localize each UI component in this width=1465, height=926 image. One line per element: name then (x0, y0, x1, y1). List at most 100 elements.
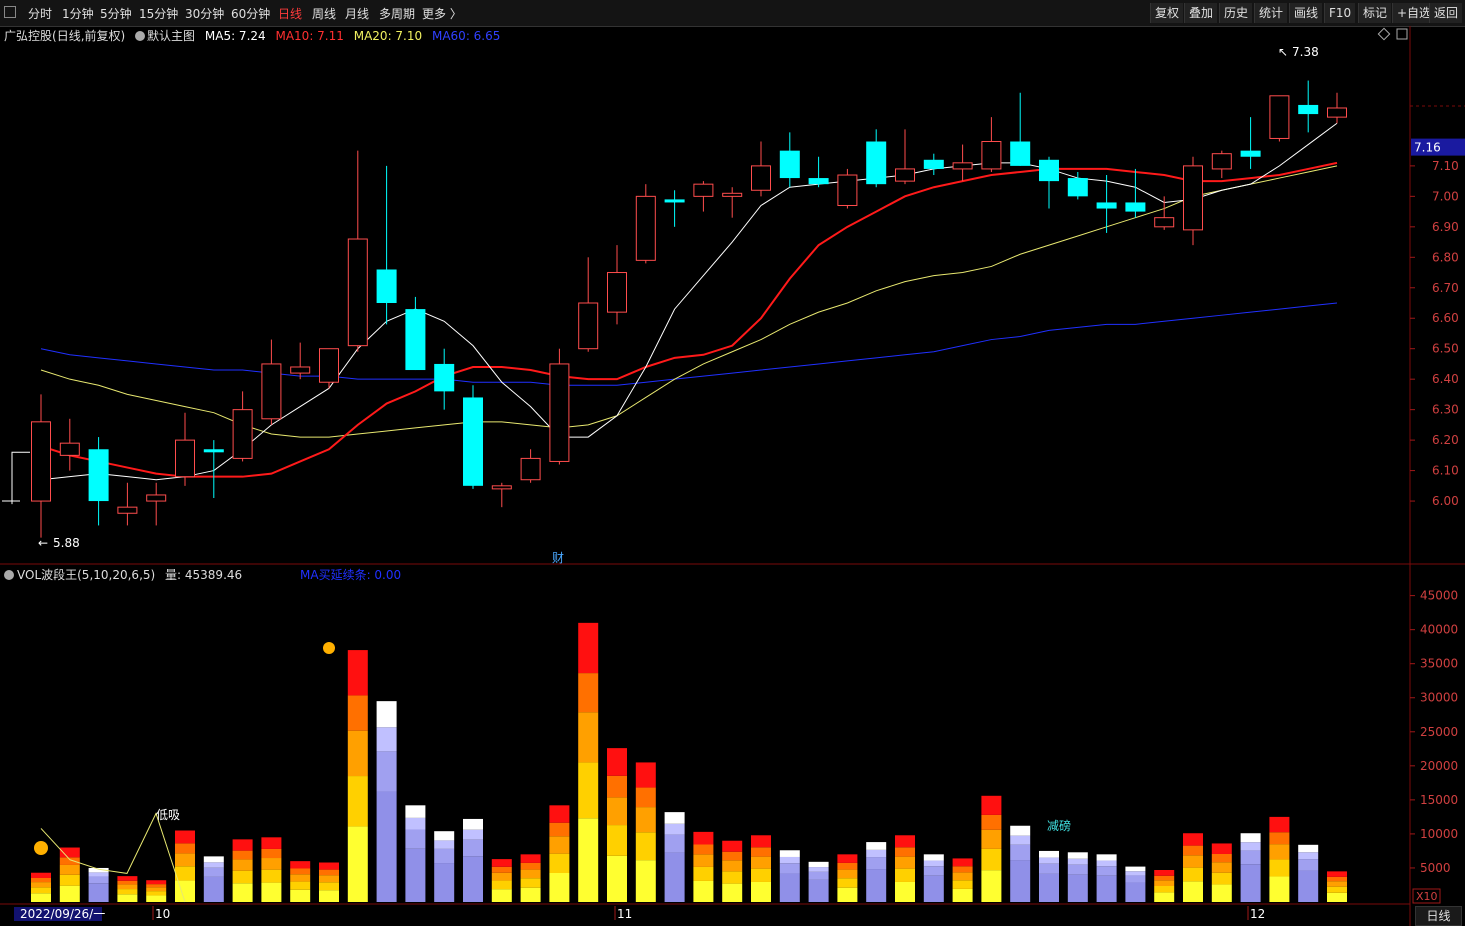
volume-bar-segment (1327, 871, 1347, 877)
volume-bar-segment (952, 872, 973, 881)
volume-bar-segment (463, 839, 483, 857)
volume-bar-segment (319, 875, 339, 883)
volume-bar-segment (319, 869, 339, 876)
volume-bar-segment (59, 857, 80, 865)
volume-bar-segment (59, 864, 80, 875)
candle-body-up (1211, 153, 1232, 170)
price-axis: 7.10 7.00 6.90 6.80 6.70 6.60 6.50 6.40 6.30 6.20… (1410, 138, 1465, 904)
volume-bar-segment (722, 840, 743, 852)
volume-bar-segment (203, 862, 224, 868)
volume-bar-segment (1125, 866, 1146, 872)
volume-bar-segment (808, 871, 829, 880)
volume-bar-segment (520, 854, 541, 863)
volume-bar-segment (232, 870, 253, 884)
volume-bar-segment (578, 818, 599, 902)
volume-bar-segment (31, 877, 51, 883)
volume-bar-segment (1154, 875, 1175, 881)
volume-bar-segment (751, 881, 771, 902)
volume-bar-segment (1039, 857, 1059, 864)
volume-bar-segment (664, 823, 685, 835)
volume-bar-segment (1039, 863, 1059, 874)
volume-bar-segment (981, 795, 1002, 815)
volume-bar-segment (635, 807, 656, 833)
volume-bar-segment (1010, 835, 1031, 845)
volume-bar-segment (1067, 874, 1088, 902)
volume-bar-segment (779, 850, 800, 857)
volume-bar-segment (1327, 881, 1347, 887)
kline-chart[interactable]: 7.10 7.00 6.90 6.80 6.70 6.60 6.50 6.40 6.30 6.20… (0, 0, 1465, 926)
volume-bar-segment (347, 695, 368, 731)
candle-body-up (1154, 217, 1175, 228)
price-tick-label: 6.10 (1432, 464, 1459, 478)
candle-body-down (463, 397, 483, 486)
volume-bar-segment (981, 870, 1002, 902)
bottom-period-tab[interactable]: 日线 (1415, 906, 1462, 926)
candle-body-up (1183, 165, 1203, 231)
finance-marker: 财 (552, 551, 564, 565)
volume-bar-segment (981, 814, 1002, 830)
price-tick-label: 6.00 (1432, 494, 1459, 508)
volume-bar-segment (808, 861, 829, 868)
volume-bar-segment (1154, 880, 1175, 886)
volume-bar-segment (232, 839, 253, 851)
volume-bar-segment (1183, 867, 1203, 882)
high-arrow-icon: ↖ (1278, 45, 1288, 59)
volume-bar-segment (751, 868, 771, 882)
volume-bar-segment (203, 856, 224, 863)
volume-bar-segment (693, 854, 714, 867)
candle-body-down (664, 199, 685, 203)
volume-bar-segment (635, 762, 656, 788)
volume-scale-label: X10 (1416, 890, 1438, 903)
volume-bar-segment (952, 858, 973, 867)
volume-bar-segment (491, 889, 512, 902)
volume-bar-segment (434, 840, 455, 849)
volume-bar-segment (175, 830, 195, 844)
volume-bar-segment (319, 862, 339, 870)
volume-bar-segment (607, 748, 627, 776)
candle-body-down (923, 159, 944, 169)
volume-bar-segment (117, 894, 138, 902)
volume-bar-segment (952, 888, 973, 902)
low-buy-label: 低吸 (156, 808, 180, 822)
candle-body-up (319, 348, 339, 383)
volume-bar-segment (837, 869, 858, 879)
volume-bar-segment (1067, 852, 1088, 859)
volume-bar-segment (578, 622, 599, 674)
volume-bar-segment (261, 869, 282, 883)
volume-bar-segment (722, 851, 743, 861)
candle-body-up (520, 457, 541, 481)
volume-bar-segment (146, 891, 167, 896)
price-tick-label: 6.80 (1432, 250, 1459, 264)
volume-bar-segment (1067, 858, 1088, 865)
price-tick-label: 7.00 (1432, 189, 1459, 203)
volume-bar-segment (1327, 876, 1347, 882)
candle-body-down (1010, 141, 1031, 166)
volume-bar-segment (1269, 816, 1290, 833)
volume-bar-segment (635, 832, 656, 861)
volume-bar-segment (491, 859, 512, 867)
volume-bar-segment (290, 868, 311, 875)
volume-bar-segment (1269, 859, 1290, 877)
volume-bar-segment (146, 880, 167, 885)
volume-bar-segment (1039, 850, 1059, 858)
volume-bar-segment (203, 867, 224, 877)
candle-body-down (88, 449, 109, 502)
candle-body-up (117, 506, 138, 514)
start-date-label: 2022/09/26/一 (20, 907, 105, 921)
volume-bar-segment (1096, 875, 1117, 902)
volume-bar-segment (1240, 842, 1261, 851)
candle-body-up (146, 494, 167, 502)
candle-body-up (1269, 95, 1290, 139)
candle-body-down (1298, 104, 1319, 115)
candle-body-up (1327, 107, 1347, 118)
volume-bar-segment (405, 829, 426, 849)
volume-bar-segment (923, 875, 944, 902)
volume-bar-segment (607, 855, 627, 902)
volume-bar-segment (1125, 871, 1146, 876)
price-tick-label: 6.20 (1432, 433, 1459, 447)
volume-bar-segment (261, 837, 282, 849)
chart-annotations: ↖ 7.38 ← 5.88 财低吸减磅 2022/09/26/一 10 11 12 (14, 27, 1408, 921)
volume-bar-segment (232, 859, 253, 871)
volume-bar-segment (520, 869, 541, 879)
volume-bar-segment (31, 887, 51, 894)
